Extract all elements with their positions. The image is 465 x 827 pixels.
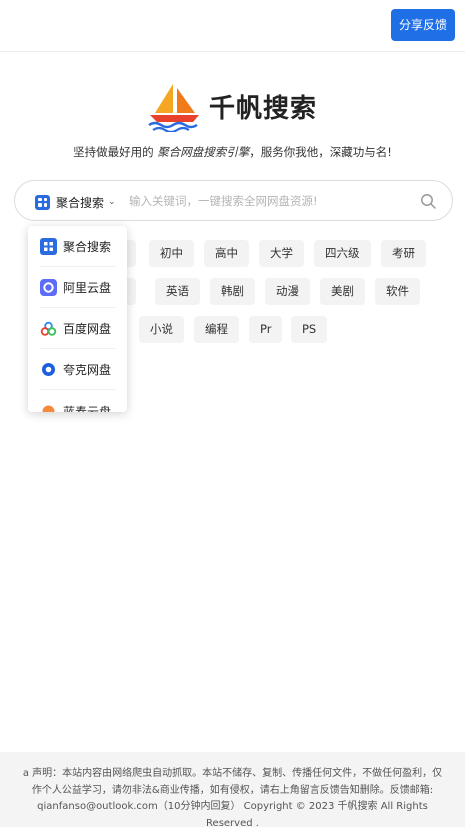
brand-name: 千帆搜索: [209, 94, 318, 124]
engine-dropdown: 聚合搜索 阿里云盘 百度网盘 夸克网盘 蓝奏云盘: [28, 226, 127, 412]
engine-selector[interactable]: 聚合搜索 ⌄: [35, 193, 116, 211]
top-bar: 分享反馈: [0, 0, 465, 52]
search-input[interactable]: [129, 190, 409, 212]
search-bar: 聚合搜索 ⌄: [14, 180, 453, 221]
dropdown-item-label: 蓝奏云盘: [63, 404, 112, 413]
tag-item[interactable]: PS: [291, 316, 328, 343]
brand-logo: 千帆搜索: [147, 82, 327, 132]
dropdown-item-lanzou[interactable]: 蓝奏云盘: [40, 391, 116, 412]
chevron-down-icon: ⌄: [108, 197, 116, 207]
lanzou-icon: [40, 403, 57, 412]
dropdown-item-label: 百度网盘: [63, 322, 112, 336]
tag-item[interactable]: 编程: [194, 316, 239, 343]
tag-item[interactable]: Pr: [249, 316, 283, 343]
footer-line: 作个人公益学习，请勿非法&商业传播，如有侵权，请右上角留言反馈告知删除。反馈邮箱…: [31, 784, 434, 796]
aliyun-icon: [40, 279, 57, 296]
dropdown-item-label: 夸克网盘: [63, 363, 112, 377]
tag-item[interactable]: 动漫: [265, 278, 310, 305]
search-icon[interactable]: [420, 193, 436, 209]
tag-item[interactable]: 韩剧: [210, 278, 255, 305]
slogan-suffix: ，服务你我他，深藏功与名!: [249, 145, 392, 159]
footer-disclaimer: a 声明：本站内容由网络爬虫自动抓取。本站不储存、复制、传播任何文件，不做任何盈…: [0, 752, 465, 827]
share-feedback-button[interactable]: 分享反馈: [391, 9, 455, 41]
dropdown-item-aggregate[interactable]: 聚合搜索: [40, 227, 116, 267]
dropdown-item-label: 阿里云盘: [63, 281, 112, 295]
slogan-prefix: 坚持做最好用的: [73, 145, 158, 159]
tag-item[interactable]: 大学: [259, 240, 304, 267]
dropdown-item-label: 聚合搜索: [63, 240, 112, 254]
slogan-highlight: 聚合网盘搜索引擎: [157, 145, 250, 159]
footer-line: qianfanso@outlook.com（10分钟内回复） Copyright…: [37, 801, 428, 827]
dropdown-item-baidu[interactable]: 百度网盘: [40, 309, 116, 349]
dropdown-item-aliyun[interactable]: 阿里云盘: [40, 268, 116, 308]
sailboat-logo-icon: [148, 84, 199, 132]
grid-icon: [40, 238, 57, 255]
tag-item[interactable]: 初中: [149, 240, 194, 267]
tag-item[interactable]: 美剧: [320, 278, 365, 305]
tag-item[interactable]: 小说: [139, 316, 184, 343]
dropdown-item-quark[interactable]: 夸克网盘: [40, 350, 116, 390]
engine-label: 聚合搜索: [56, 195, 105, 210]
baidu-icon: [40, 320, 57, 337]
slogan: 坚持做最好用的 聚合网盘搜索引擎，服务你我他，深藏功与名!: [0, 144, 465, 160]
quark-icon: [40, 361, 57, 378]
footer-line: a 声明：本站内容由网络爬虫自动抓取。本站不储存、复制、传播任何文件，不做任何盈…: [22, 768, 443, 779]
tag-item[interactable]: 高中: [204, 240, 249, 267]
grid-icon: [35, 194, 50, 210]
tag-item[interactable]: 软件: [375, 278, 420, 305]
tag-item[interactable]: 四六级: [314, 240, 371, 267]
tag-item[interactable]: 英语: [155, 278, 200, 305]
tag-item[interactable]: 考研: [381, 240, 426, 267]
